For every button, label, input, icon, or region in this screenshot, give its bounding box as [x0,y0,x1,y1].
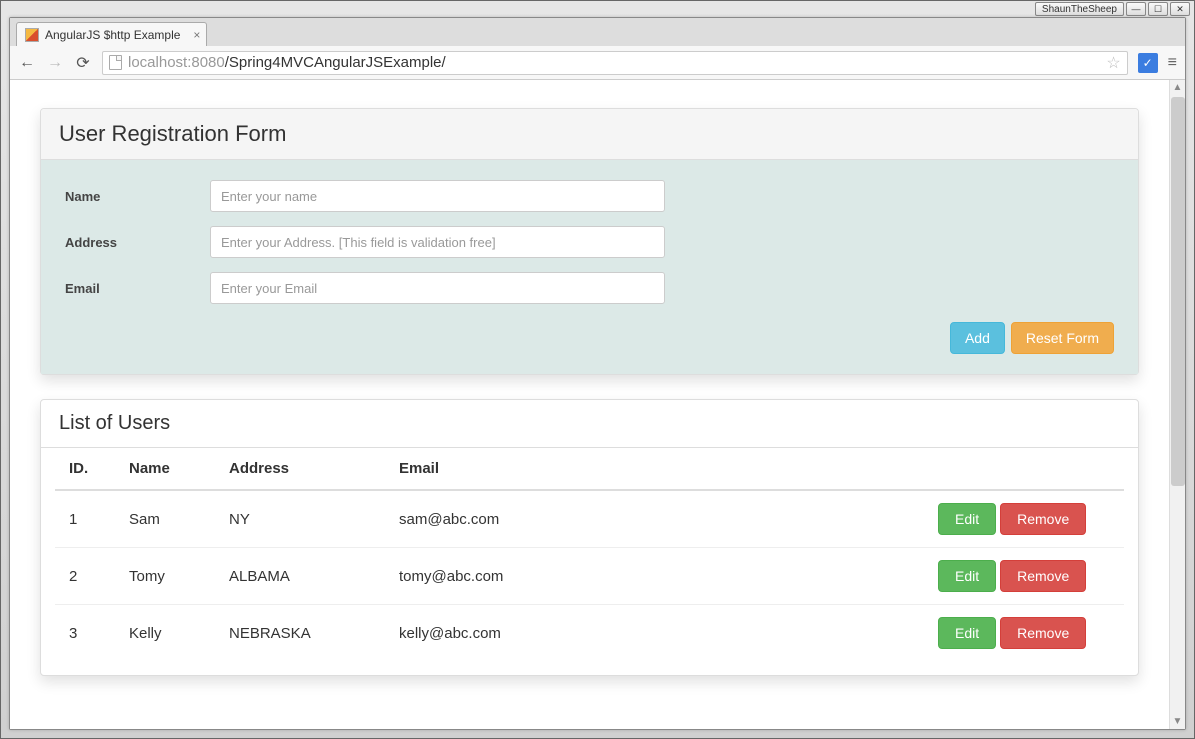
url-text: localhost:8080/Spring4MVCAngularJSExampl… [128,54,446,71]
reload-button[interactable]: ⟳ [74,53,92,73]
cell-actions: EditRemove [924,548,1124,605]
cell-actions: EditRemove [924,490,1124,548]
add-button[interactable]: Add [950,322,1005,354]
col-address: Address [215,448,385,490]
browser-toolbar: ← → ⟳ localhost:8080/Spring4MVCAngularJS… [10,46,1185,80]
cell-address: ALBAMA [215,548,385,605]
cell-actions: EditRemove [924,605,1124,662]
edit-button[interactable]: Edit [938,503,996,535]
cell-id: 1 [55,490,115,548]
remove-button[interactable]: Remove [1000,503,1086,535]
cell-email: tomy@abc.com [385,548,924,605]
table-row: 1SamNYsam@abc.comEditRemove [55,490,1124,548]
cell-name: Kelly [115,605,215,662]
page-viewport: User Registration Form Name Address Emai… [10,80,1185,729]
registration-form-panel: User Registration Form Name Address Emai… [40,108,1139,375]
window-maximize-button[interactable]: ☐ [1148,2,1168,16]
address-input[interactable] [210,226,665,258]
tab-close-icon[interactable]: × [193,29,200,41]
edit-button[interactable]: Edit [938,560,996,592]
col-name: Name [115,448,215,490]
list-heading: List of Users [41,400,1138,448]
cell-id: 3 [55,605,115,662]
table-row: 2TomyALBAMAtomy@abc.comEditRemove [55,548,1124,605]
browser-window: AngularJS $http Example × ← → ⟳ localhos… [9,17,1186,730]
cell-name: Tomy [115,548,215,605]
table-row: 3KellyNEBRASKAkelly@abc.comEditRemove [55,605,1124,662]
email-label: Email [65,281,210,296]
tab-title: AngularJS $http Example [45,28,180,42]
page-icon [109,55,122,70]
browser-tab[interactable]: AngularJS $http Example × [16,22,207,46]
cell-email: kelly@abc.com [385,605,924,662]
forward-button[interactable]: → [46,54,64,72]
cell-id: 2 [55,548,115,605]
extension-icon[interactable]: ✓ [1138,53,1158,73]
address-bar[interactable]: localhost:8080/Spring4MVCAngularJSExampl… [102,51,1128,75]
col-id: ID. [55,448,115,490]
window-titlebar: ShaunTheSheep — ☐ ✕ [1035,1,1194,17]
remove-button[interactable]: Remove [1000,560,1086,592]
users-table: ID. Name Address Email 1SamNYsam@abc.com… [55,448,1124,661]
cell-address: NEBRASKA [215,605,385,662]
users-list-panel: List of Users ID. Name Address Email [40,399,1139,676]
window-close-button[interactable]: ✕ [1170,2,1190,16]
scroll-down-icon[interactable]: ▼ [1170,714,1185,729]
cell-email: sam@abc.com [385,490,924,548]
scrollbar[interactable]: ▲ ▼ [1169,80,1185,729]
form-body: Name Address Email Add [41,160,1138,374]
scroll-up-icon[interactable]: ▲ [1170,80,1185,95]
table-header-row: ID. Name Address Email [55,448,1124,490]
col-email: Email [385,448,924,490]
edit-button[interactable]: Edit [938,617,996,649]
name-input[interactable] [210,180,665,212]
bookmark-star-icon[interactable]: ☆ [1106,53,1120,73]
tab-strip: AngularJS $http Example × [10,18,1185,46]
window-minimize-button[interactable]: — [1126,2,1146,16]
cell-address: NY [215,490,385,548]
tab-favicon-icon [25,28,39,42]
reset-form-button[interactable]: Reset Form [1011,322,1114,354]
name-label: Name [65,189,210,204]
remove-button[interactable]: Remove [1000,617,1086,649]
hamburger-menu-icon[interactable]: ≡ [1168,54,1177,72]
form-heading: User Registration Form [41,109,1138,160]
col-actions [924,448,1124,490]
email-input[interactable] [210,272,665,304]
cell-name: Sam [115,490,215,548]
window-user-tag: ShaunTheSheep [1035,2,1124,16]
scroll-thumb[interactable] [1171,97,1185,486]
os-window: ShaunTheSheep — ☐ ✕ AngularJS $http Exam… [0,0,1195,739]
address-label: Address [65,235,210,250]
back-button[interactable]: ← [18,54,36,72]
